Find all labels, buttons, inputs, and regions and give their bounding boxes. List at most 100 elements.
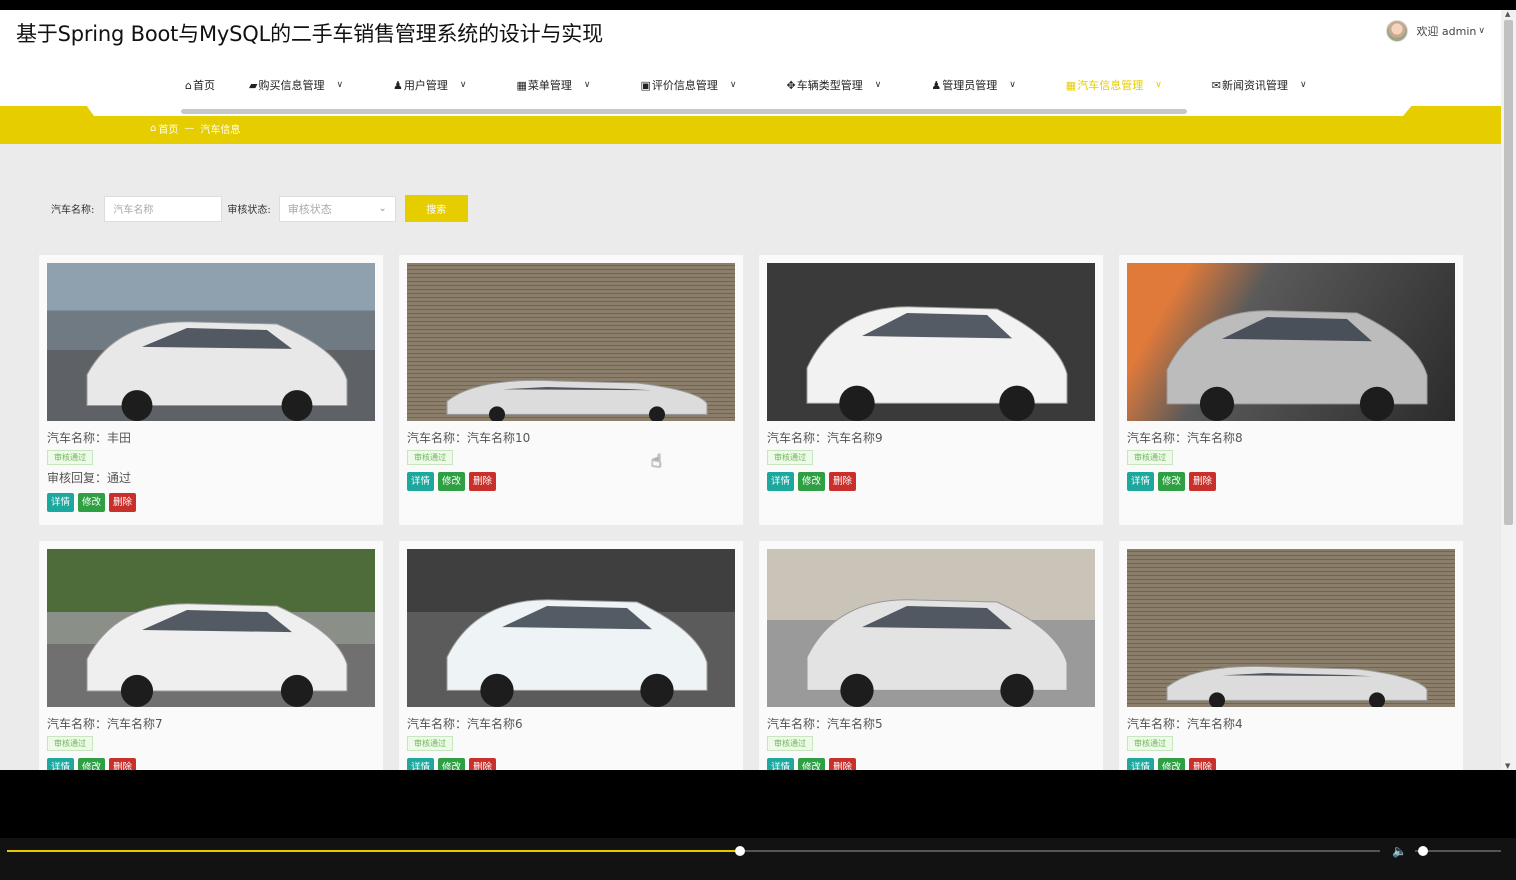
detail-button[interactable]: 详情 <box>1127 472 1155 491</box>
car-name-label: 汽车名称: <box>51 205 95 216</box>
chevron-down-icon: ∨ <box>583 80 591 90</box>
nav-icon: ▰ <box>248 78 258 92</box>
nav-item-1[interactable]: ▰ 购买信息管理 ∨ <box>249 77 343 93</box>
breadcrumb-separator: — <box>184 123 195 134</box>
card-actions: 详情 修改 删除 <box>1127 758 1455 770</box>
car-photo[interactable] <box>767 549 1095 707</box>
nav-item-6[interactable]: ♟ 管理员管理 ∨ <box>931 77 1015 93</box>
car-name: 汽车名称：汽车名称8 <box>1127 431 1243 445</box>
system-title: 基于Spring Boot与MySQL的二手车销售管理系统的设计与实现 <box>16 22 603 46</box>
detail-button[interactable]: 详情 <box>767 758 795 770</box>
browser-viewport: 基于Spring Boot与MySQL的二手车销售管理系统的设计与实现 欢迎 a… <box>0 10 1501 770</box>
car-photo[interactable] <box>407 263 735 421</box>
status-badge: 审核通过 <box>767 450 813 465</box>
car-card: 汽车名称：汽车名称5 审核通过 详情 修改 删除 <box>759 541 1103 770</box>
scrollbar-thumb[interactable] <box>1504 20 1513 525</box>
delete-button[interactable]: 删除 <box>1189 758 1217 770</box>
main-nav: ⌂ 首页 ▰ 购买信息管理 ∨ ♟ 用户管理 ∨ ▦ 菜单管理 ∨ ▣ 评价信息管理 ∨ ✥ 车辆类型管理 ∨ ♟… <box>185 74 1307 96</box>
nav-label: 菜单管理 <box>527 79 572 92</box>
welcome-text[interactable]: 欢迎 admin <box>1416 23 1476 39</box>
nav-item-0[interactable]: ⌂ 首页 <box>185 77 215 93</box>
nav-item-2[interactable]: ♟ 用户管理 ∨ <box>393 77 466 93</box>
nav-icon: ♟ <box>931 78 942 92</box>
chevron-down-icon: ∨ <box>459 80 467 90</box>
hand-cursor-icon: ☝ <box>651 451 662 472</box>
nav-icon: ▦ <box>1065 78 1077 92</box>
edit-button[interactable]: 修改 <box>438 472 466 491</box>
edit-button[interactable]: 修改 <box>1158 472 1186 491</box>
detail-button[interactable]: 详情 <box>407 472 435 491</box>
nav-scrollbar[interactable] <box>181 109 1187 114</box>
edit-button[interactable]: 修改 <box>78 493 106 512</box>
avatar[interactable] <box>1386 20 1409 42</box>
card-actions: 详情 修改 删除 <box>47 758 375 770</box>
chevron-down-icon: ∨ <box>336 80 344 90</box>
page-scrollbar[interactable]: ▲ ▼ <box>1501 10 1516 770</box>
edit-button[interactable]: 修改 <box>798 472 826 491</box>
nav-label: 购买信息管理 <box>258 79 325 92</box>
volume-knob[interactable] <box>1418 846 1428 856</box>
edit-button[interactable]: 修改 <box>438 758 466 770</box>
nav-icon: ⌂ <box>185 78 192 92</box>
nav-label: 新闻资讯管理 <box>1222 79 1289 92</box>
car-photo[interactable] <box>1127 549 1455 707</box>
detail-button[interactable]: 详情 <box>1127 758 1155 770</box>
status-badge: 审核通过 <box>47 736 93 751</box>
status-badge: 审核通过 <box>407 450 453 465</box>
search-button[interactable]: 搜索 <box>404 195 468 222</box>
detail-button[interactable]: 详情 <box>407 758 435 770</box>
nav-item-4[interactable]: ▣ 评价信息管理 ∨ <box>641 77 737 93</box>
car-card: 汽车名称：汽车名称4 审核通过 详情 修改 删除 <box>1119 541 1463 770</box>
car-name: 汽车名称：汽车名称10 <box>407 431 531 445</box>
nav-label: 首页 <box>192 79 215 92</box>
nav-label: 汽车信息管理 <box>1077 79 1144 92</box>
user-menu[interactable]: 欢迎 admin ∨ <box>1386 20 1485 42</box>
chevron-down-icon: ∨ <box>1300 80 1307 90</box>
card-actions: 详情 修改 删除 <box>767 472 1095 491</box>
car-photo[interactable] <box>1127 263 1455 421</box>
car-photo[interactable] <box>767 263 1095 421</box>
audit-status-placeholder: 审核状态 <box>287 202 332 216</box>
car-photo[interactable] <box>407 549 735 707</box>
chevron-down-icon: ∨ <box>874 80 882 90</box>
audit-status-select[interactable]: 审核状态 ⌄ <box>278 195 396 222</box>
audit-status-label: 审核状态: <box>227 205 271 216</box>
progress-fill <box>7 850 741 852</box>
audit-reply: 审核回复：通过 <box>47 471 132 485</box>
detail-button[interactable]: 详情 <box>767 472 795 491</box>
detail-button[interactable]: 详情 <box>47 758 75 770</box>
delete-button[interactable]: 删除 <box>109 493 137 512</box>
chevron-down-icon: ∨ <box>1009 80 1016 90</box>
volume-icon[interactable]: 🔈 <box>1392 844 1407 858</box>
chevron-down-icon: ∨ <box>729 80 737 90</box>
edit-button[interactable]: 修改 <box>1158 758 1186 770</box>
delete-button[interactable]: 删除 <box>109 758 137 770</box>
delete-button[interactable]: 删除 <box>829 472 857 491</box>
video-player-controls: 🔈 <box>0 838 1516 880</box>
car-photo[interactable] <box>47 263 375 421</box>
status-badge: 审核通过 <box>1127 736 1173 751</box>
delete-button[interactable]: 删除 <box>1189 472 1217 491</box>
car-photo[interactable] <box>47 549 375 707</box>
delete-button[interactable]: 删除 <box>469 472 497 491</box>
delete-button[interactable]: 删除 <box>469 758 497 770</box>
status-badge: 审核通过 <box>407 736 453 751</box>
home-icon: ⌂ <box>150 123 157 134</box>
card-actions: 详情 修改 删除 <box>1127 472 1455 491</box>
car-card: 汽车名称：汽车名称7 审核通过 详情 修改 删除 <box>39 541 383 770</box>
breadcrumb-home[interactable]: 首页 <box>158 121 178 136</box>
delete-button[interactable]: 删除 <box>829 758 857 770</box>
nav-item-5[interactable]: ✥ 车辆类型管理 ∨ <box>787 77 882 93</box>
edit-button[interactable]: 修改 <box>78 758 106 770</box>
car-name: 汽车名称：汽车名称5 <box>767 717 883 731</box>
nav-item-3[interactable]: ▦ 菜单管理 ∨ <box>517 77 591 93</box>
detail-button[interactable]: 详情 <box>47 493 75 512</box>
edit-button[interactable]: 修改 <box>798 758 826 770</box>
nav-label: 管理员管理 <box>942 79 998 92</box>
chevron-down-icon[interactable]: ∨ <box>1478 26 1485 36</box>
car-name-input[interactable]: 汽车名称 <box>104 195 223 222</box>
progress-knob[interactable] <box>735 846 746 856</box>
progress-track[interactable] <box>7 846 1380 856</box>
nav-item-8[interactable]: ✉ 新闻资讯管理 ∨ <box>1212 77 1307 93</box>
nav-item-7[interactable]: ▦ 汽车信息管理 ∨ <box>1066 77 1162 93</box>
